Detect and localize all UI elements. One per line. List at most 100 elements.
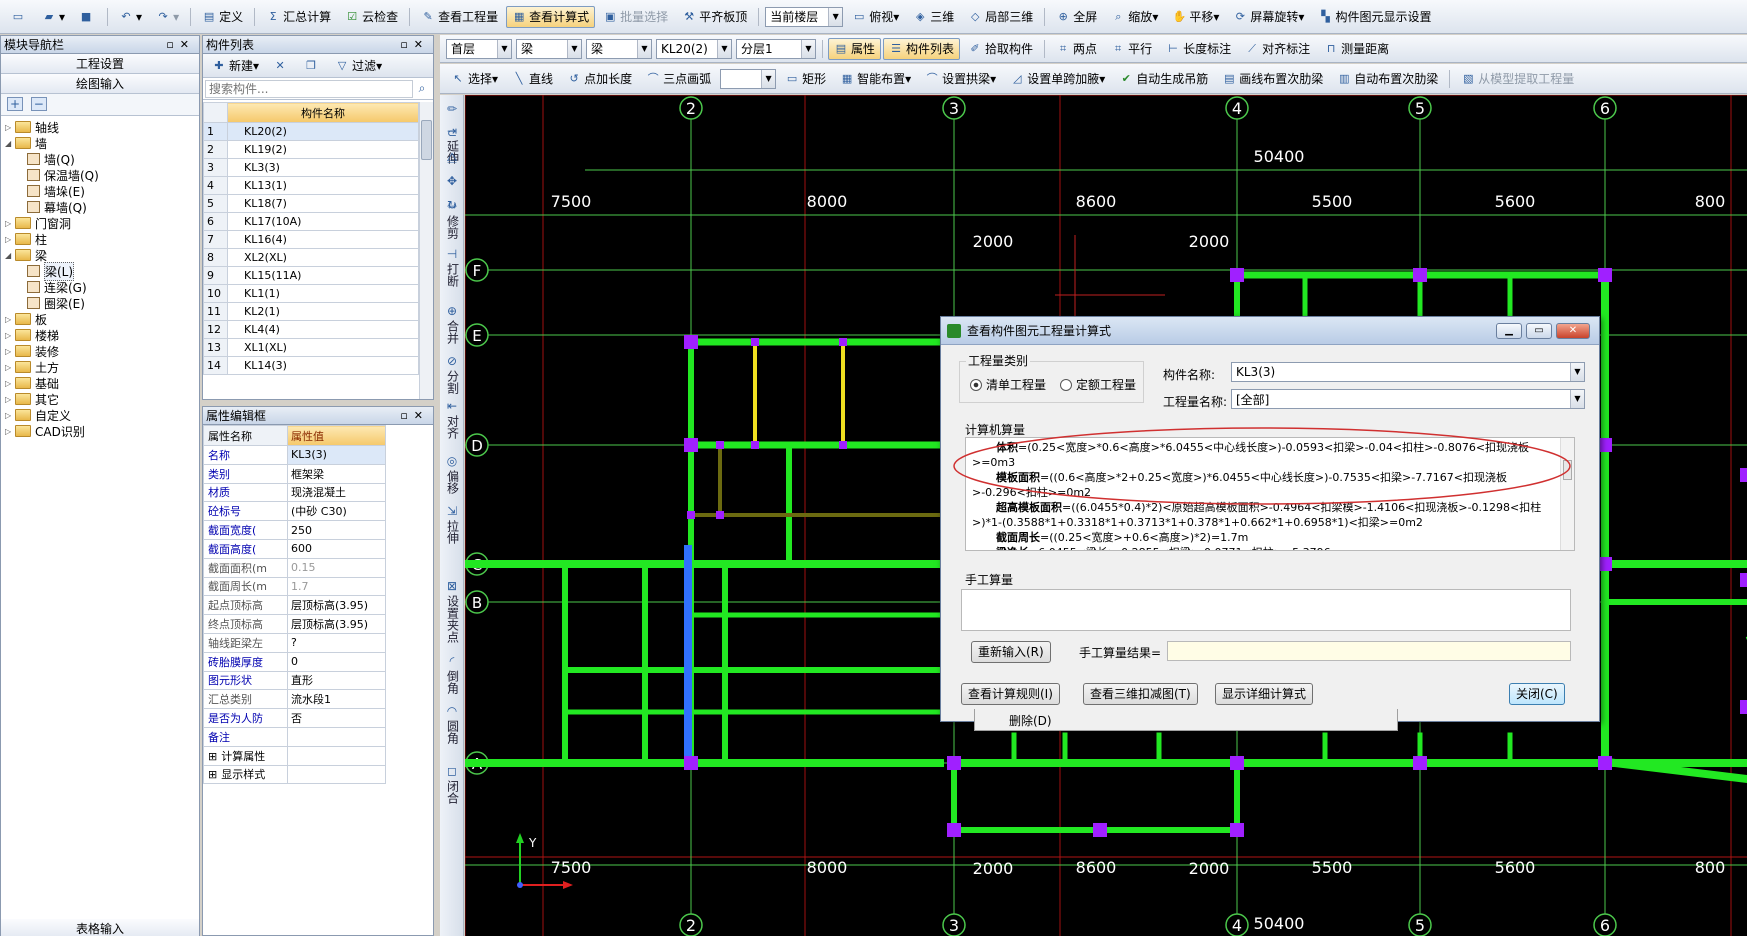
copy-icon[interactable]: ❐ <box>298 55 327 77</box>
length-dim-button[interactable]: ⊢ 长度标注 <box>1160 38 1237 60</box>
vtool-button[interactable]: ◎ 偏移 <box>442 455 462 495</box>
category-select[interactable]: 梁 ▼ <box>516 38 582 59</box>
redo-icon[interactable]: ↷ ▾ <box>150 6 185 28</box>
context-menu-item-delete[interactable]: 删除(D) <box>1009 712 1052 729</box>
auto-hanger-button[interactable]: ✔ 自动生成吊筋 <box>1113 68 1214 90</box>
tree-node[interactable]: ◢ 墙 <box>5 135 199 151</box>
property-row[interactable]: 汇总类别 流水段1 <box>203 689 386 710</box>
property-row[interactable]: 图元形状 直形 <box>203 670 386 691</box>
reinput-button[interactable]: 重新输入(R) <box>971 641 1051 663</box>
vtool-icon-button[interactable]: ↻ <box>442 199 462 214</box>
extract-from-model-button[interactable]: ▧ 从模型提取工程量 <box>1455 68 1580 90</box>
property-row[interactable]: 类别 框架梁 <box>203 463 386 484</box>
tree-collapsed-icon[interactable]: ▷ <box>5 427 15 436</box>
property-value[interactable]: ? <box>287 632 386 653</box>
new-component-button[interactable]: ✚ 新建 ▾ <box>206 55 265 77</box>
draw-rib-beam-button[interactable]: ▤ 画线布置次肋梁 <box>1216 68 1329 90</box>
tree-node[interactable]: ▷ 土方 <box>5 359 199 375</box>
vtool-icon-button[interactable]: ✥ <box>442 175 462 190</box>
top-view-button[interactable]: ▭ 俯视 ▾ <box>846 6 905 28</box>
table-row[interactable]: 13 XL1(XL) <box>203 338 419 357</box>
arc-mode-select[interactable]: ▼ <box>720 68 777 89</box>
tree-leaf[interactable]: 幕墙(Q) <box>5 199 199 215</box>
table-row[interactable]: 12 KL4(4) <box>203 320 419 339</box>
property-value[interactable]: 0 <box>287 651 386 672</box>
vtool-button[interactable]: ⊠ 设置夹点 <box>442 580 462 644</box>
vtool-icon-button[interactable]: ⧋ <box>442 151 462 166</box>
tree-leaf[interactable]: 墙垛(E) <box>5 183 199 199</box>
tree-collapsed-icon[interactable]: ▷ <box>5 411 15 420</box>
collapse-all-icon[interactable]: − <box>30 97 47 111</box>
property-row[interactable]: 截面面积(m 0.15 <box>203 557 386 578</box>
panel-pin-close-icon[interactable]: ▫✕ <box>400 38 433 51</box>
tree-node[interactable]: ▷ 自定义 <box>5 407 199 423</box>
expand-icon[interactable]: ⊞ <box>208 750 217 763</box>
property-value[interactable]: 层顶标高(3.95) <box>287 614 386 634</box>
property-value[interactable]: 直形 <box>287 670 386 691</box>
manual-calc-textarea[interactable] <box>961 589 1571 631</box>
property-row[interactable]: 名称 KL3(3) <box>203 445 386 465</box>
summary-calc-button[interactable]: Σ 汇总计算 <box>260 6 337 28</box>
property-group-row[interactable]: ⊞ 计算属性 <box>203 745 386 766</box>
property-value[interactable]: 1.7 <box>287 576 386 597</box>
tree-expanded-icon[interactable]: ◢ <box>5 251 15 260</box>
table-row[interactable]: 9 KL15(11A) <box>203 266 419 285</box>
property-value[interactable]: 现浇混凝土 <box>287 482 386 503</box>
vtool-button[interactable]: ◻ 闭合 <box>442 765 462 805</box>
table-row[interactable]: 1 KL20(2) <box>203 122 419 141</box>
property-value[interactable] <box>287 726 386 747</box>
search-input[interactable] <box>205 79 413 98</box>
panel-pin-close-icon[interactable]: ▫✕ <box>166 38 199 51</box>
project-settings-button[interactable]: 工程设置 <box>1 54 199 74</box>
cloud-check-button[interactable]: ☑ 云检查 <box>339 6 404 28</box>
tree-collapsed-icon[interactable]: ▷ <box>5 379 15 388</box>
parallel-button[interactable]: ⌗ 平行 <box>1105 38 1158 60</box>
pan-button[interactable]: ✋ 平移 ▾ <box>1166 6 1225 28</box>
set-arch-beam-button[interactable]: ⌒ 设置拱梁 ▾ <box>919 68 1002 90</box>
view-formula-button[interactable]: ▦ 查看计算式 <box>506 5 596 28</box>
two-point-button[interactable]: ⌗ 两点 <box>1050 38 1103 60</box>
tree-node[interactable]: ▷ 柱 <box>5 231 199 247</box>
tree-node[interactable]: ▷ 其它 <box>5 391 199 407</box>
component-select[interactable]: KL20(2) ▼ <box>656 38 732 59</box>
manual-result-field[interactable] <box>1167 641 1571 661</box>
smart-layout-button[interactable]: ▦ 智能布置 ▾ <box>834 68 917 90</box>
tree-collapsed-icon[interactable]: ▷ <box>5 219 15 228</box>
vtool-button[interactable]: ⊘ 分割 <box>442 355 462 395</box>
drawing-input-button[interactable]: 绘图输入 <box>1 74 199 94</box>
property-row[interactable]: 截面周长(m 1.7 <box>203 576 386 597</box>
table-row[interactable]: 7 KL16(4) <box>203 230 419 249</box>
tree-leaf[interactable]: 梁(L) <box>5 261 199 281</box>
select-tool[interactable]: ↖ 选择 ▾ <box>445 68 504 90</box>
table-row[interactable]: 8 XL2(XL) <box>203 248 419 267</box>
property-row[interactable]: 截面宽度(250 <box>203 520 386 540</box>
type-select[interactable]: 梁 ▼ <box>586 38 652 59</box>
table-row[interactable]: 4 KL13(1) <box>203 176 419 195</box>
tree-leaf[interactable]: 墙(Q) <box>5 151 199 167</box>
table-row[interactable]: 10 KL1(1) <box>203 284 419 303</box>
tree-expanded-icon[interactable]: ◢ <box>5 139 15 148</box>
property-row[interactable]: 备注 <box>203 726 386 747</box>
set-haunch-button[interactable]: ◿ 设置单跨加腋 ▾ <box>1004 68 1111 90</box>
vtool-button[interactable]: ⊣ 打断 <box>442 248 462 288</box>
open-file-icon[interactable]: ▰ ▾ <box>36 6 71 28</box>
property-value[interactable]: 框架梁 <box>287 463 386 484</box>
floor-select[interactable]: 首层 ▼ <box>446 38 512 59</box>
tree-node[interactable]: ▷ CAD识别 <box>5 423 199 439</box>
undo-icon[interactable]: ↶ ▾ <box>113 6 148 28</box>
align-dim-button[interactable]: ⟋ 对齐标注 <box>1239 38 1316 60</box>
current-floor-select[interactable]: 当前楼层 ▼ <box>765 6 844 27</box>
batch-select-button[interactable]: ▣ 批量选择 <box>597 6 674 28</box>
maximize-icon[interactable]: ▭ <box>1526 323 1552 339</box>
tree-collapsed-icon[interactable]: ▷ <box>5 395 15 404</box>
property-row[interactable]: 轴线距梁左? <box>203 632 386 653</box>
table-row[interactable]: 5 KL18(7) <box>203 194 419 213</box>
local-3d-button[interactable]: ◇ 局部三维 <box>962 6 1039 28</box>
expand-all-icon[interactable]: + <box>7 97 23 111</box>
property-value[interactable]: 600 <box>287 538 386 559</box>
tree-leaf[interactable]: 连梁(G) <box>5 279 199 295</box>
component-list-toggle[interactable]: ☰ 构件列表 <box>883 37 961 60</box>
panel-pin-close-icon[interactable]: ▫✕ <box>400 409 433 422</box>
zoom-button[interactable]: ⌕ 缩放 ▾ <box>1105 6 1164 28</box>
tree-leaf[interactable]: 圈梁(E) <box>5 295 199 311</box>
